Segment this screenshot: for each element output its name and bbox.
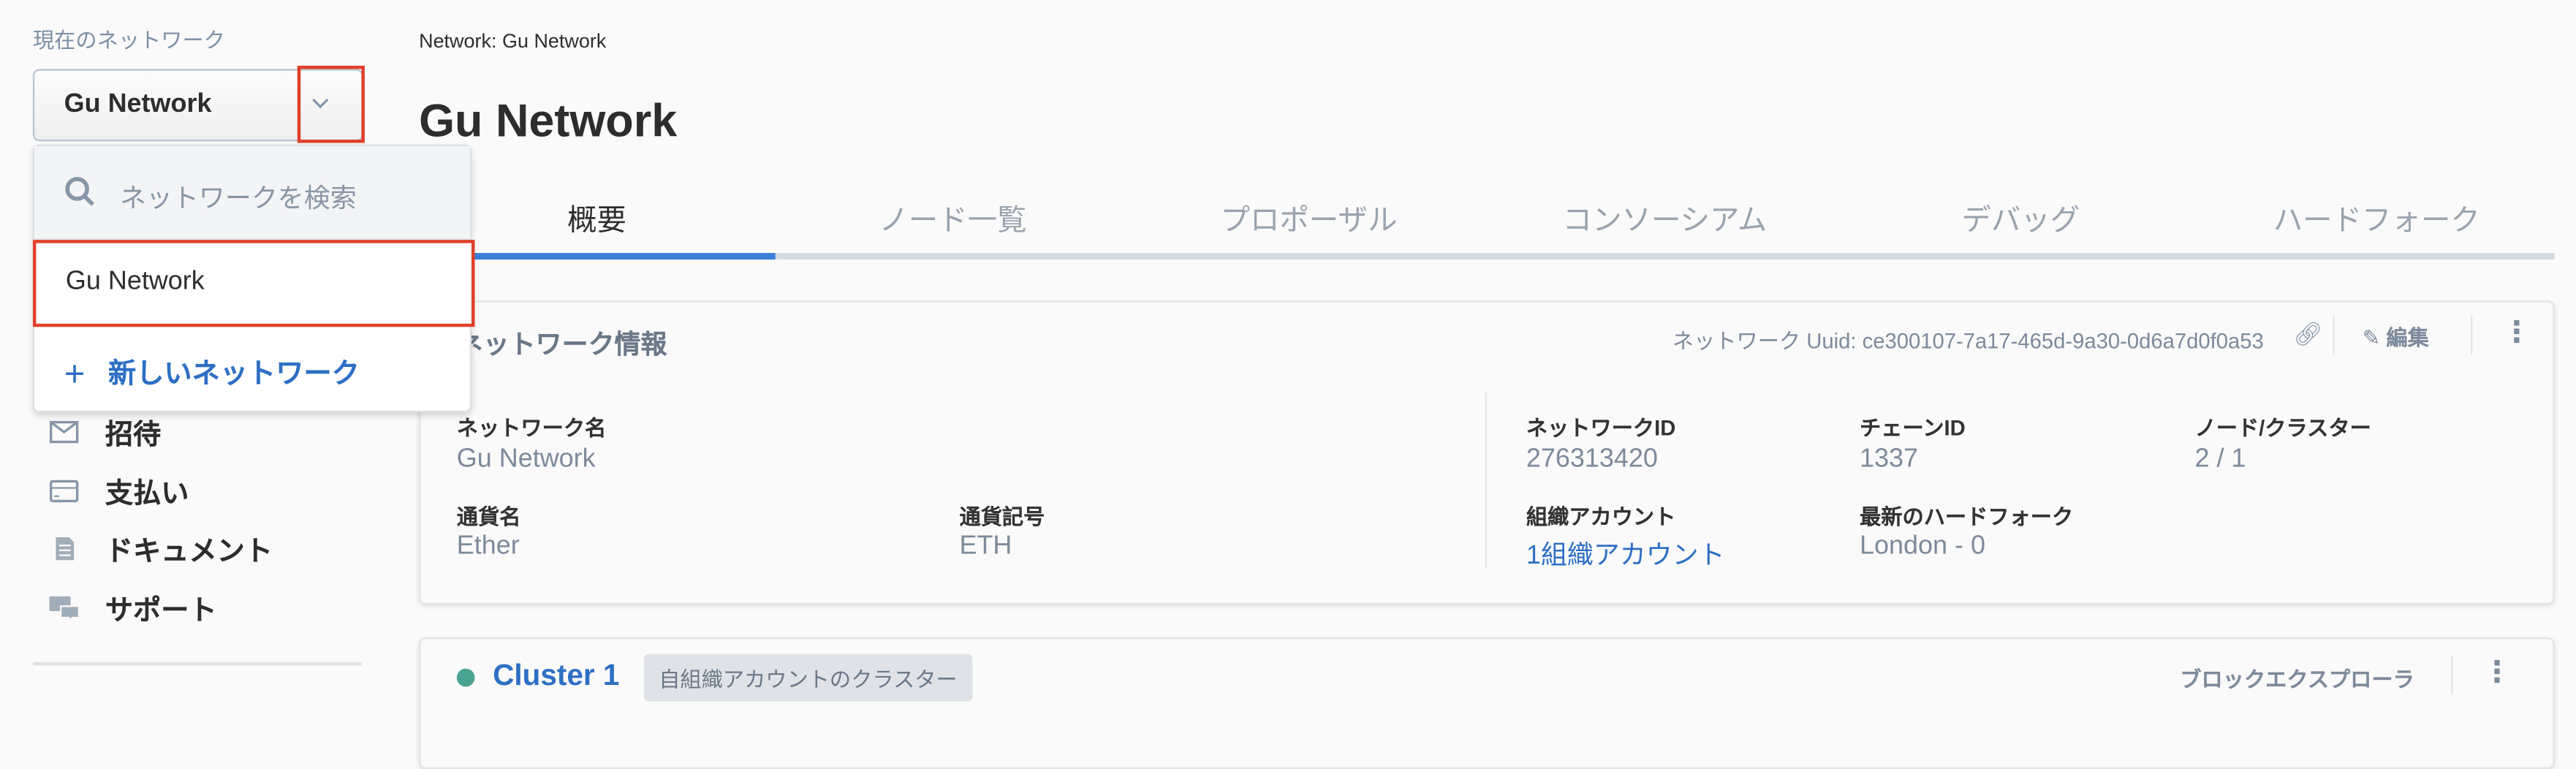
divider [2471, 315, 2473, 355]
link-icon[interactable]: 🔗︎ [2293, 320, 2322, 348]
network-search-input[interactable]: ネットワークを検索 [34, 146, 470, 240]
nav-label: 支払い [105, 477, 189, 509]
tab-bar: 概要 ノード一覧 プロポーザル コンソーシアム デバッグ ハードフォーク [419, 181, 2555, 260]
nodes-value: 2 / 1 [2194, 445, 2246, 474]
network-info-card: ネットワーク情報 ネットワーク Uuid: ce300107-7a17-465d… [419, 300, 2555, 605]
field-label: ノード/クラスター [2194, 415, 2371, 441]
divider [1485, 393, 1487, 569]
sidebar-item-docs[interactable]: ドキュメント [49, 527, 273, 568]
pencil-icon: ✎ [2362, 325, 2387, 350]
network-uuid: ネットワーク Uuid: ce300107-7a17-465d-9a30-0d6… [1672, 328, 2264, 354]
card-title: ネットワーク情報 [456, 331, 667, 360]
symbol-value: ETH [959, 532, 1012, 561]
network-name-value: Gu Network [456, 445, 596, 474]
item-label: Gu Network [65, 268, 205, 296]
cluster-name[interactable]: Cluster 1 [493, 659, 619, 693]
edit-label: 編集 [2386, 325, 2429, 350]
page-title: Gu Network [419, 95, 678, 147]
more-menu-icon[interactable]: ⋮ [2502, 316, 2531, 350]
dropdown-item-gu-network[interactable]: Gu Network [32, 240, 475, 327]
plus-icon: + [64, 353, 86, 395]
divider [2333, 315, 2335, 355]
credit-card-icon [49, 479, 79, 502]
nav-label: ドキュメント [105, 535, 273, 567]
org-account-link[interactable]: 1組織アカウント [1526, 532, 1725, 572]
field-label: ネットワークID [1526, 415, 1676, 441]
selected-network: Gu Network [64, 90, 212, 118]
divider [2451, 655, 2453, 695]
field-label: 通貨名 [456, 504, 521, 529]
nav-label: 招待 [105, 419, 162, 450]
breadcrumb: Network: Gu Network [419, 29, 607, 53]
hardfork-value: London - 0 [1860, 532, 1986, 561]
currency-value: Ether [456, 532, 520, 561]
sidebar-divider [32, 662, 362, 666]
network-dropdown: ネットワークを検索 Gu Network + 新しいネットワーク [32, 144, 475, 413]
edit-button[interactable]: ✎ 編集 [2363, 320, 2429, 352]
status-dot-icon [456, 668, 475, 687]
search-placeholder: ネットワークを検索 [120, 185, 357, 214]
tab-debug[interactable]: デバッグ [1843, 181, 2199, 253]
field-label: ネットワーク名 [456, 415, 607, 441]
highlight-box [297, 65, 365, 143]
more-menu-icon[interactable]: ⋮ [2482, 656, 2512, 690]
field-label: 組織アカウント [1526, 504, 1676, 529]
tab-proposals[interactable]: プロポーザル [1131, 181, 1487, 253]
field-label: 最新のハードフォーク [1860, 504, 2074, 529]
cluster-badge: 自組織アカウントのクラスター [643, 654, 972, 702]
sidebar-item-support[interactable]: サポート [49, 586, 217, 627]
mail-icon [49, 420, 79, 443]
chain-id-value: 1337 [1860, 445, 1919, 474]
new-network-button[interactable]: + 新しいネットワーク [64, 350, 360, 396]
nav-label: サポート [105, 594, 217, 626]
field-label: 通貨記号 [959, 504, 1045, 529]
field-label: チェーンID [1860, 415, 1966, 441]
chat-icon [49, 595, 79, 619]
document-icon [56, 536, 75, 560]
sidebar-item-invite[interactable]: 招待 [49, 411, 161, 452]
current-network-label: 現在のネットワーク [32, 28, 225, 53]
cluster-card: Cluster 1 自組織アカウントのクラスター ブロックエクスプローラ ⋮ [419, 637, 2555, 769]
block-explorer-button[interactable]: ブロックエクスプローラ [2180, 662, 2414, 694]
network-id-value: 276313420 [1526, 445, 1658, 474]
tab-nodes[interactable]: ノード一覧 [775, 181, 1131, 253]
new-network-label: 新しいネットワーク [108, 357, 360, 390]
tab-hardfork[interactable]: ハードフォーク [2199, 181, 2555, 253]
sidebar-item-payment[interactable]: 支払い [49, 470, 189, 511]
tab-consortium[interactable]: コンソーシアム [1487, 181, 1843, 253]
search-icon [65, 177, 94, 206]
